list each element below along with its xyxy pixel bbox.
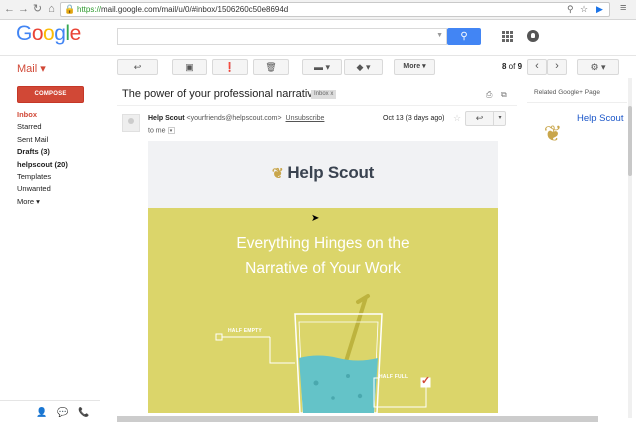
sender-email: <yourfriends@helpscout.com> xyxy=(186,115,282,122)
zoom-icon[interactable]: ⚲ xyxy=(567,4,574,15)
scroll-thumb[interactable] xyxy=(628,106,632,176)
sidebar-item-templates[interactable]: Templates xyxy=(17,172,68,184)
report-spam-button[interactable]: ❗ xyxy=(212,59,248,75)
more-actions-caret[interactable]: ▾ xyxy=(495,112,505,125)
logo-letter: o xyxy=(31,22,44,45)
hangouts-bar: 👤 💬 📞 xyxy=(0,400,100,422)
related-divider xyxy=(527,102,627,103)
check-icon: ✓ xyxy=(421,375,431,387)
sender-avatar xyxy=(122,114,140,132)
sidebar-item-unwanted[interactable]: Unwanted xyxy=(17,184,68,196)
new-window-icon[interactable]: ⧉ xyxy=(501,90,507,100)
more-button[interactable]: More ▾ xyxy=(394,59,435,75)
related-page-link[interactable]: Help Scout xyxy=(577,113,623,124)
extension-icon[interactable]: ▶ xyxy=(596,4,603,15)
subject-divider xyxy=(117,105,517,106)
url-text: https://mail.google.com/mail/u/0/#inbox/… xyxy=(77,5,288,14)
half-empty-label: HALF EMPTY xyxy=(228,328,262,334)
address-bar[interactable]: 🔒 https://mail.google.com/mail/u/0/#inbo… xyxy=(60,2,610,17)
compose-button[interactable]: COMPOSE xyxy=(17,86,84,103)
email-subject: The power of your professional narrative xyxy=(122,88,319,100)
recipients: to me ▾ xyxy=(148,127,175,134)
vertical-scrollbar[interactable] xyxy=(628,78,632,418)
sender-line: Help Scout <yourfriends@helpscout.com> U… xyxy=(148,115,324,122)
sidebar-item-helpscout[interactable]: helpscout (20) xyxy=(17,160,68,172)
related-page-title: Related Google+ Page xyxy=(534,89,600,96)
header-divider xyxy=(0,55,636,56)
sidebar-item-more[interactable]: More ▾ xyxy=(17,197,68,209)
half-full-label: HALF FULL xyxy=(379,374,409,380)
reply-button-group: ↩ ▾ xyxy=(465,111,506,126)
mail-switcher[interactable]: Mail ▾ xyxy=(17,62,46,75)
half-empty-box xyxy=(215,333,223,341)
bubble xyxy=(331,396,335,400)
inbox-label-chip[interactable]: Inbox x xyxy=(311,90,337,99)
move-to-button[interactable]: ▬ ▾ xyxy=(302,59,342,75)
logo-letter: e xyxy=(69,22,82,45)
archive-button[interactable]: ▣ xyxy=(172,59,207,75)
bubble xyxy=(357,393,363,399)
show-details-caret[interactable]: ▾ xyxy=(167,127,175,134)
browser-menu-icon[interactable]: ≡ xyxy=(620,2,626,14)
newer-button[interactable]: ‹ xyxy=(527,59,547,75)
person-icon[interactable]: 👤 xyxy=(36,407,47,418)
settings-button[interactable]: ⚙ ▾ xyxy=(577,59,619,75)
notifications-icon[interactable] xyxy=(527,30,539,42)
horizontal-scrollbar[interactable] xyxy=(117,416,598,422)
glass-water xyxy=(299,355,378,413)
older-button[interactable]: › xyxy=(547,59,567,75)
google-logo[interactable]: Google xyxy=(16,22,81,46)
reply-button[interactable]: ↩ xyxy=(466,112,494,125)
email-date: Oct 13 (3 days ago) xyxy=(383,115,445,122)
sidebar-item-inbox[interactable]: Inbox xyxy=(17,110,68,122)
sidebar-nav: Inbox Starred Sent Mail Drafts (3) helps… xyxy=(17,110,68,209)
glass-illustration xyxy=(215,294,431,413)
search-button[interactable]: ⚲ xyxy=(447,28,481,45)
logo-letter: o xyxy=(43,22,55,45)
sidebar-item-starred[interactable]: Starred xyxy=(17,122,68,134)
phone-icon[interactable]: 📞 xyxy=(78,407,89,418)
helpscout-brand: Help Scout xyxy=(287,163,375,182)
url-path: mail.google.com/mail/u/0/#inbox/1506260c… xyxy=(101,5,289,14)
logo-letter: g xyxy=(54,22,66,45)
print-icon[interactable]: ⎙ xyxy=(486,90,492,100)
apps-grid-icon[interactable] xyxy=(502,31,513,42)
pager-total: 9 xyxy=(517,62,523,71)
star-icon[interactable]: ☆ xyxy=(453,113,461,124)
browser-toolbar: ← → ↻ ⌂ 🔒 https://mail.google.com/mail/u… xyxy=(0,0,636,20)
pager-sep: of xyxy=(506,62,518,71)
sidebar-item-sent[interactable]: Sent Mail xyxy=(17,135,68,147)
helpscout-logo[interactable]: ❦ Help Scout xyxy=(148,163,498,183)
forward-icon[interactable]: → xyxy=(17,3,30,16)
delete-button[interactable]: 🗑 xyxy=(253,59,289,75)
bubble xyxy=(346,374,350,378)
email-banner: ❦ Help Scout xyxy=(148,141,498,208)
labels-button[interactable]: ◆ ▾ xyxy=(344,59,383,75)
sidebar-item-drafts[interactable]: Drafts (3) xyxy=(17,147,68,159)
email-hero: Everything Hinges on the Narrative of Yo… xyxy=(148,208,498,413)
home-icon[interactable]: ⌂ xyxy=(45,3,58,16)
search-options-caret[interactable]: ▼ xyxy=(436,32,443,39)
pager: 8 of 9 xyxy=(502,62,522,71)
helpscout-laurel-icon[interactable]: ❦ xyxy=(539,120,567,148)
url-scheme: https:// xyxy=(77,5,102,14)
sender-name[interactable]: Help Scout xyxy=(148,115,185,122)
recipients-text: to me xyxy=(148,127,166,135)
back-icon[interactable]: ← xyxy=(3,3,16,16)
back-to-inbox-button[interactable]: ↩ xyxy=(117,59,158,75)
bookmark-star-icon[interactable]: ☆ xyxy=(580,4,588,15)
lock-icon: 🔒 xyxy=(64,4,76,14)
unsubscribe-link[interactable]: Unsubscribe xyxy=(286,115,325,122)
hangouts-icon[interactable]: 💬 xyxy=(57,407,68,418)
half-empty-connector xyxy=(269,337,295,364)
search-input[interactable]: ▼ xyxy=(117,28,447,45)
laurel-icon: ❦ xyxy=(271,165,284,181)
mouse-cursor: ➤ xyxy=(311,213,320,224)
reload-icon[interactable]: ↻ xyxy=(31,3,44,16)
bubble xyxy=(313,380,319,386)
logo-letter: G xyxy=(16,22,32,45)
half-full-connector xyxy=(373,377,427,408)
